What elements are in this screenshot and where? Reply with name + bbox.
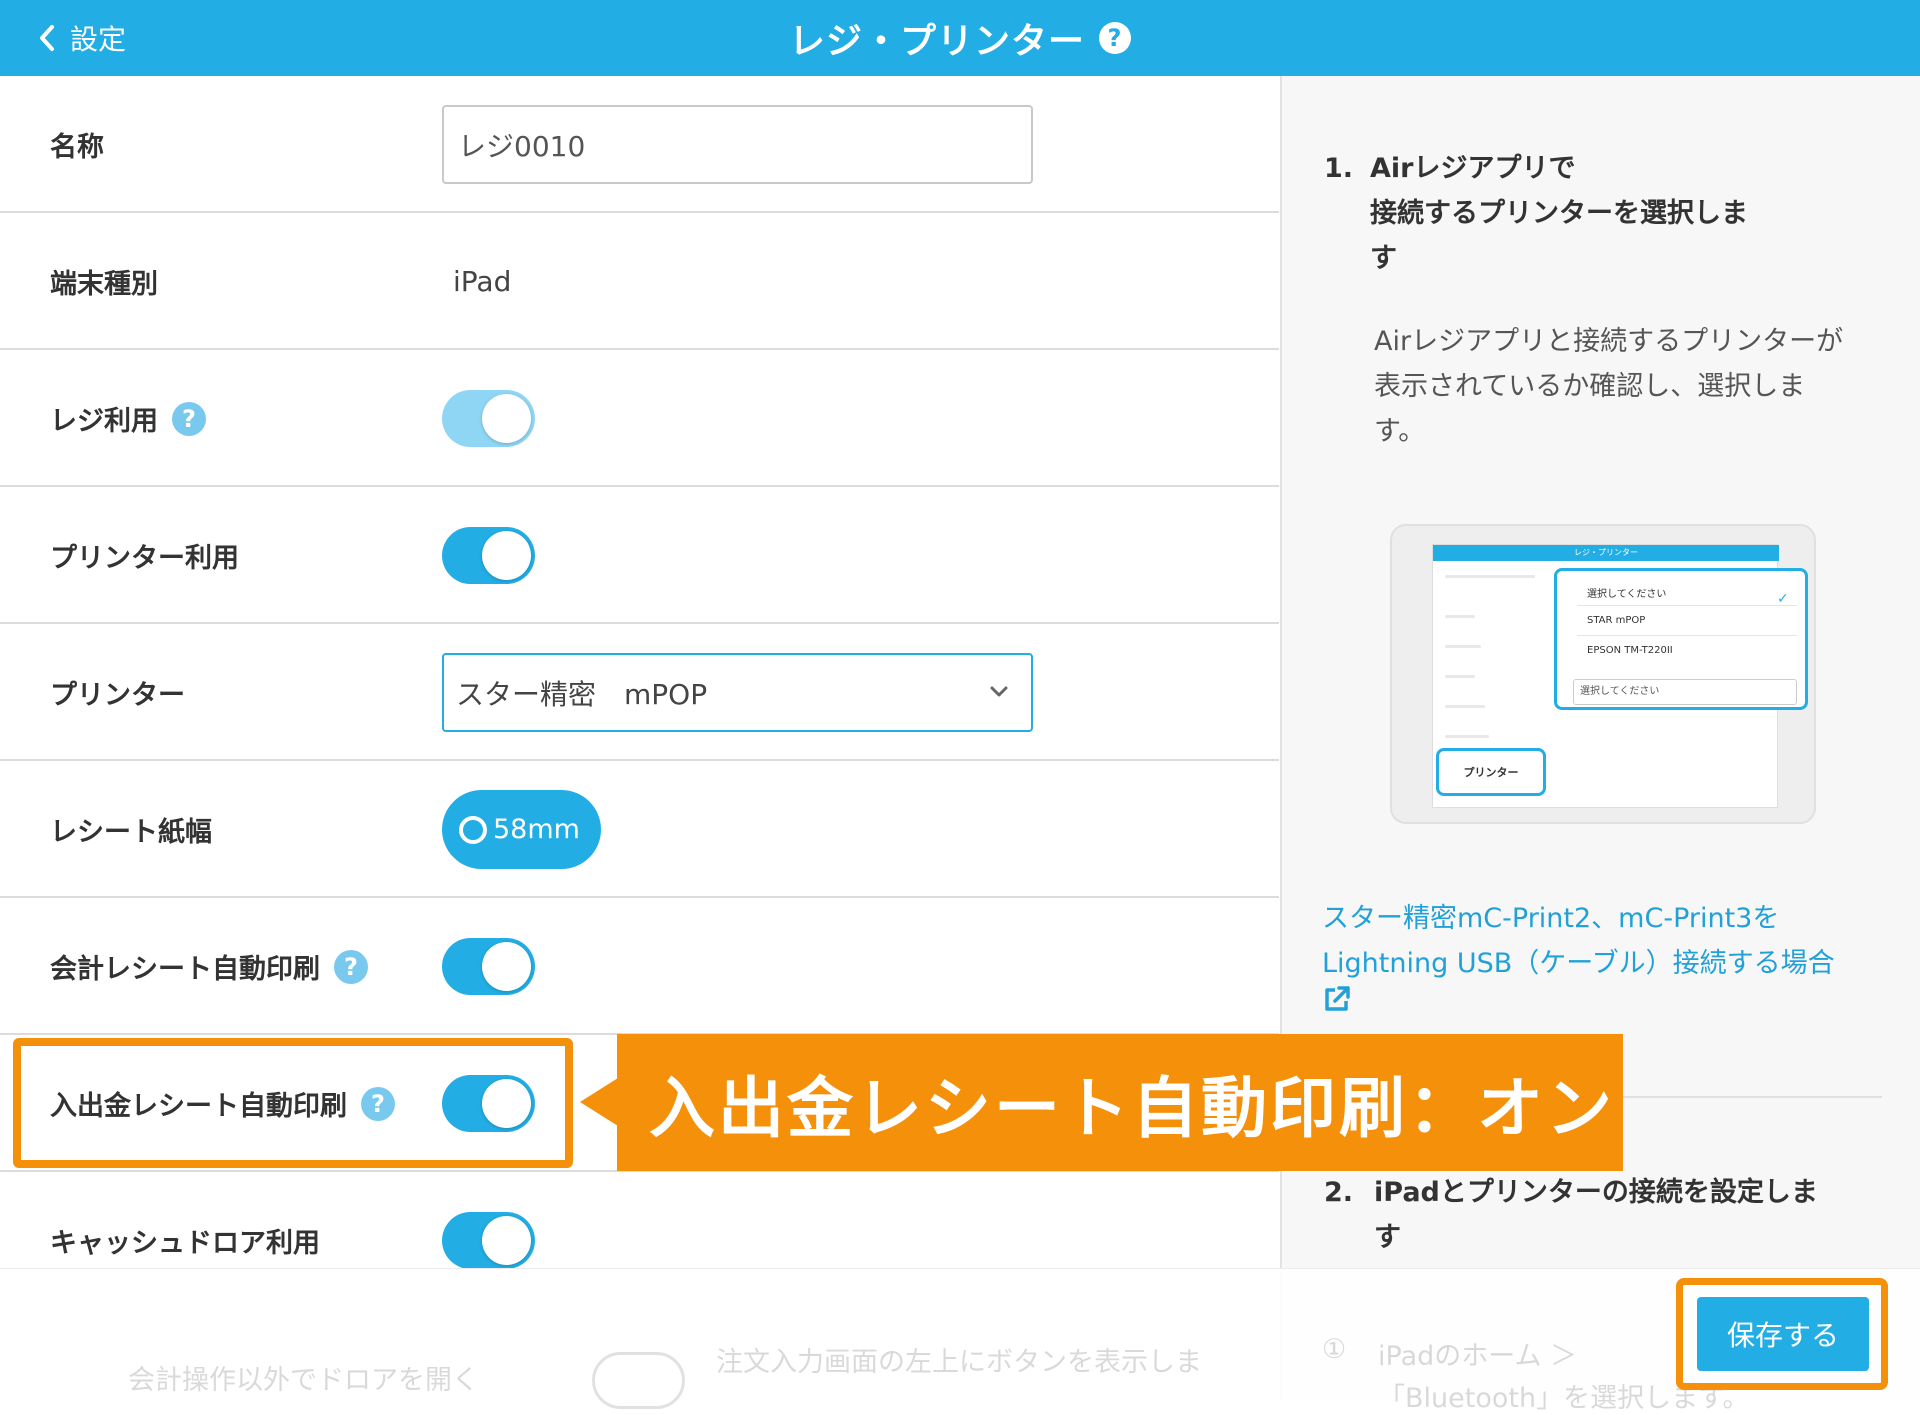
row-register-use: レジ利用 ? [0,350,1279,487]
thumbnail-line [1445,705,1485,708]
row-paper-width: レシート紙幅 58mm [0,761,1279,898]
device-type-label: 端末種別 [50,269,158,300]
step2-line1: iPadとプリンターの接続を設定しま [1374,1177,1818,1208]
auto-print-sale-text: 会計レシート自動印刷 [50,954,320,985]
thumbnail-option: STAR mPOP [1587,615,1646,626]
thumbnail-line [1445,675,1475,678]
back-label: 設定 [70,23,127,56]
faded-description: 注文入力画面の左上にボタンを表示しま [716,1347,1202,1378]
page-title-text: レジ・プリンター [788,21,1085,62]
row-name: 名称 レジ0010 [0,76,1279,213]
thumbnail-popover: 選択してください ✓ STAR mPOP EPSON TM-T220II 選択し… [1554,568,1808,710]
thumbnail-divider [1577,605,1797,606]
step1-line2: 接続するプリンターを選択しま [1370,198,1748,229]
printer-use-toggle[interactable] [442,527,535,584]
drawer-use-toggle[interactable] [442,1212,535,1269]
external-link-icon[interactable] [1322,984,1352,1014]
auto-print-sale-label: 会計レシート自動印刷 ? [50,898,368,1035]
printer-select-thumbnail: レジ・プリンター 選択してください ✓ STAR mPOP EPSON TM-T… [1390,524,1816,824]
page-title: レジ・プリンター ? [789,12,1131,64]
thumbnail-line [1445,645,1481,648]
toggle-knob [482,942,531,991]
auto-print-sale-toggle[interactable] [442,938,535,995]
help-icon[interactable]: ? [172,401,206,436]
thumbnail-title: レジ・プリンター [1574,548,1638,557]
app-header: 設定 レジ・プリンター ? [0,0,1920,76]
thumbnail-line [1445,615,1475,618]
step1-line3: す [1370,243,1397,274]
back-button[interactable]: 設定 [36,0,126,76]
toggle-knob [482,1216,531,1265]
thumbnail-line [1445,735,1489,738]
paper-width-value: 58mm [493,814,580,845]
chevron-down-icon [990,686,1008,697]
mc-print-lightning-link[interactable]: スター精密mC-Print2、mC-Print3をLightning USB（ケ… [1322,896,1882,986]
toggle-knob [482,531,531,580]
radio-icon [459,815,487,844]
register-use-toggle[interactable] [442,390,535,447]
help-icon[interactable]: ? [1099,22,1131,54]
thumbnail-option: 選択してください [1587,589,1667,600]
faded-step-number: ① [1322,1334,1347,1365]
printer-select-value: スター精密 mPOP [456,677,708,711]
thumbnail-select: 選択してください [1573,679,1797,705]
help-icon[interactable]: ? [334,949,368,984]
thumbnail-divider [1577,635,1797,636]
settings-panel: 名称 レジ0010 端末種別 iPad レジ利用 ? プリンター利用 プリンター… [0,76,1279,1400]
row-printer: プリンター スター精密 mPOP [0,624,1279,761]
printer-label: プリンター [50,680,185,711]
toggle-knob [482,394,531,443]
register-use-text: レジ利用 [50,406,158,437]
callout-banner: 入出金レシート自動印刷：オン [617,1034,1623,1171]
row-device-type: 端末種別 iPad [0,213,1279,350]
faded-instruction: iPadのホーム ＞ [1378,1341,1578,1372]
paper-width-label: レシート紙幅 [50,817,212,848]
row-printer-use: プリンター利用 [0,487,1279,624]
step2-line2: す [1374,1222,1401,1253]
printer-use-label: プリンター利用 [50,543,239,574]
row-auto-print-sale: 会計レシート自動印刷 ? [0,898,1279,1035]
printer-select[interactable]: スター精密 mPOP [442,653,1033,732]
device-type-value: iPad [453,265,512,298]
save-button[interactable]: 保存する [1697,1297,1869,1371]
highlight-frame [13,1038,573,1168]
name-input[interactable]: レジ0010 [442,105,1033,184]
chevron-left-icon [40,25,54,51]
step1-line1: Airレジアプリで [1370,153,1576,184]
step2-number: 2. [1324,1177,1354,1208]
thumbnail-option: EPSON TM-T220II [1587,645,1673,656]
thumbnail-printer-label: プリンター [1436,748,1546,796]
step1-description: Airレジアプリと接続するプリンターが表示されているか確認し、選択します。 [1374,326,1844,447]
step1-number: 1. [1324,153,1354,184]
help-panel: 1. Airレジアプリで 接続するプリンターを選択しま す Airレジアプリと接… [1280,76,1920,1400]
faded-drawer-open-label: 会計操作以外でドロアを開く [128,1365,479,1396]
name-label: 名称 [50,132,104,163]
register-use-label: レジ利用 ? [50,350,206,487]
thumbnail-line [1445,575,1535,578]
faded-drawer-open-toggle [592,1352,685,1409]
callout-arrow [580,1078,618,1126]
paper-width-58mm-radio[interactable]: 58mm [442,790,601,869]
